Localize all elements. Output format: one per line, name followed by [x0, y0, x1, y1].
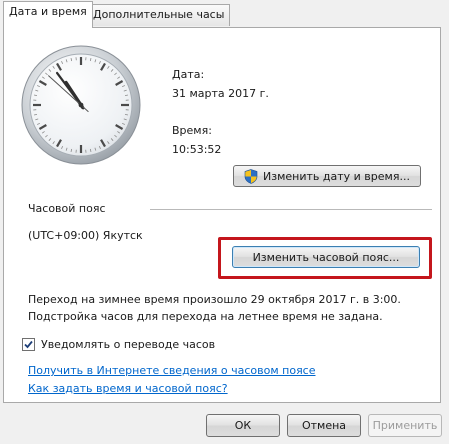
change-date-time-label: Изменить дату и время...: [263, 169, 410, 183]
notify-checkbox-label[interactable]: Уведомлять о переводе часов: [41, 338, 215, 351]
cancel-button-label: Отмена: [301, 419, 347, 432]
cancel-button[interactable]: Отмена: [287, 414, 361, 437]
time-label: Время:: [172, 124, 212, 137]
online-timezone-info-link[interactable]: Получить в Интернете сведения о часовом …: [28, 364, 316, 377]
apply-button-label: Применить: [372, 419, 438, 432]
notify-checkbox[interactable]: [22, 338, 35, 351]
apply-button[interactable]: Применить: [368, 414, 442, 437]
timezone-separator: [150, 209, 432, 210]
ok-button-label: ОК: [234, 419, 252, 432]
how-to-set-time-link[interactable]: Как задать время и часовой пояс?: [28, 382, 228, 395]
date-label: Дата:: [172, 68, 205, 81]
dst-info-line-2: Подстройка часов для перехода на летнее …: [28, 310, 383, 323]
checkmark-icon: [24, 340, 33, 349]
timezone-header: Часовой пояс: [28, 202, 106, 215]
dst-info-line-1: Переход на зимнее время произошло 29 окт…: [28, 293, 401, 306]
tab-additional-clocks[interactable]: Дополнительные часы: [87, 4, 231, 26]
tab-date-time[interactable]: Дата и время: [3, 1, 93, 28]
tab-date-time-label: Дата и время: [9, 5, 87, 18]
tab-additional-clocks-label: Дополнительные часы: [93, 8, 225, 21]
date-value: 31 марта 2017 г.: [172, 87, 269, 100]
change-date-time-button[interactable]: Изменить дату и время...: [233, 165, 421, 187]
uac-shield-icon: [244, 168, 258, 184]
ok-button[interactable]: ОК: [206, 414, 280, 437]
analog-clock-icon: [21, 45, 141, 165]
timezone-value: (UTC+09:00) Якутск: [28, 229, 143, 242]
highlight-box: [218, 237, 432, 279]
time-value: 10:53:52: [172, 143, 222, 156]
